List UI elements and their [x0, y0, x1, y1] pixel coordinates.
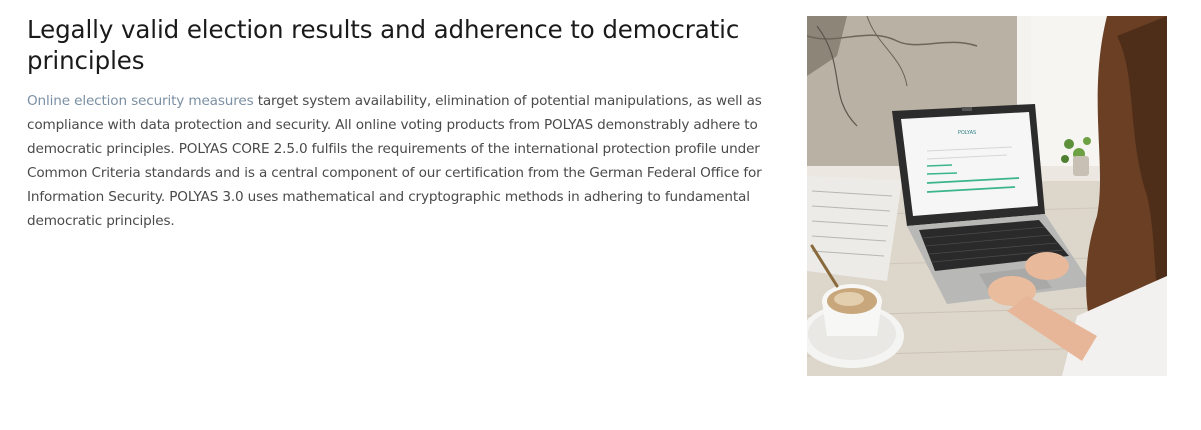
- section-title: Legally valid election results and adher…: [27, 15, 740, 75]
- body-text-rest: target system availability, elimination …: [27, 93, 762, 229]
- laptop-voting-photo: POLYAS: [807, 16, 1167, 376]
- section-body: Online election security measures target…: [27, 89, 772, 233]
- content-column: Legally valid election results and adher…: [27, 14, 772, 233]
- screen-brand-text: POLYAS: [958, 130, 976, 136]
- security-measures-link[interactable]: Online election security measures: [27, 93, 254, 109]
